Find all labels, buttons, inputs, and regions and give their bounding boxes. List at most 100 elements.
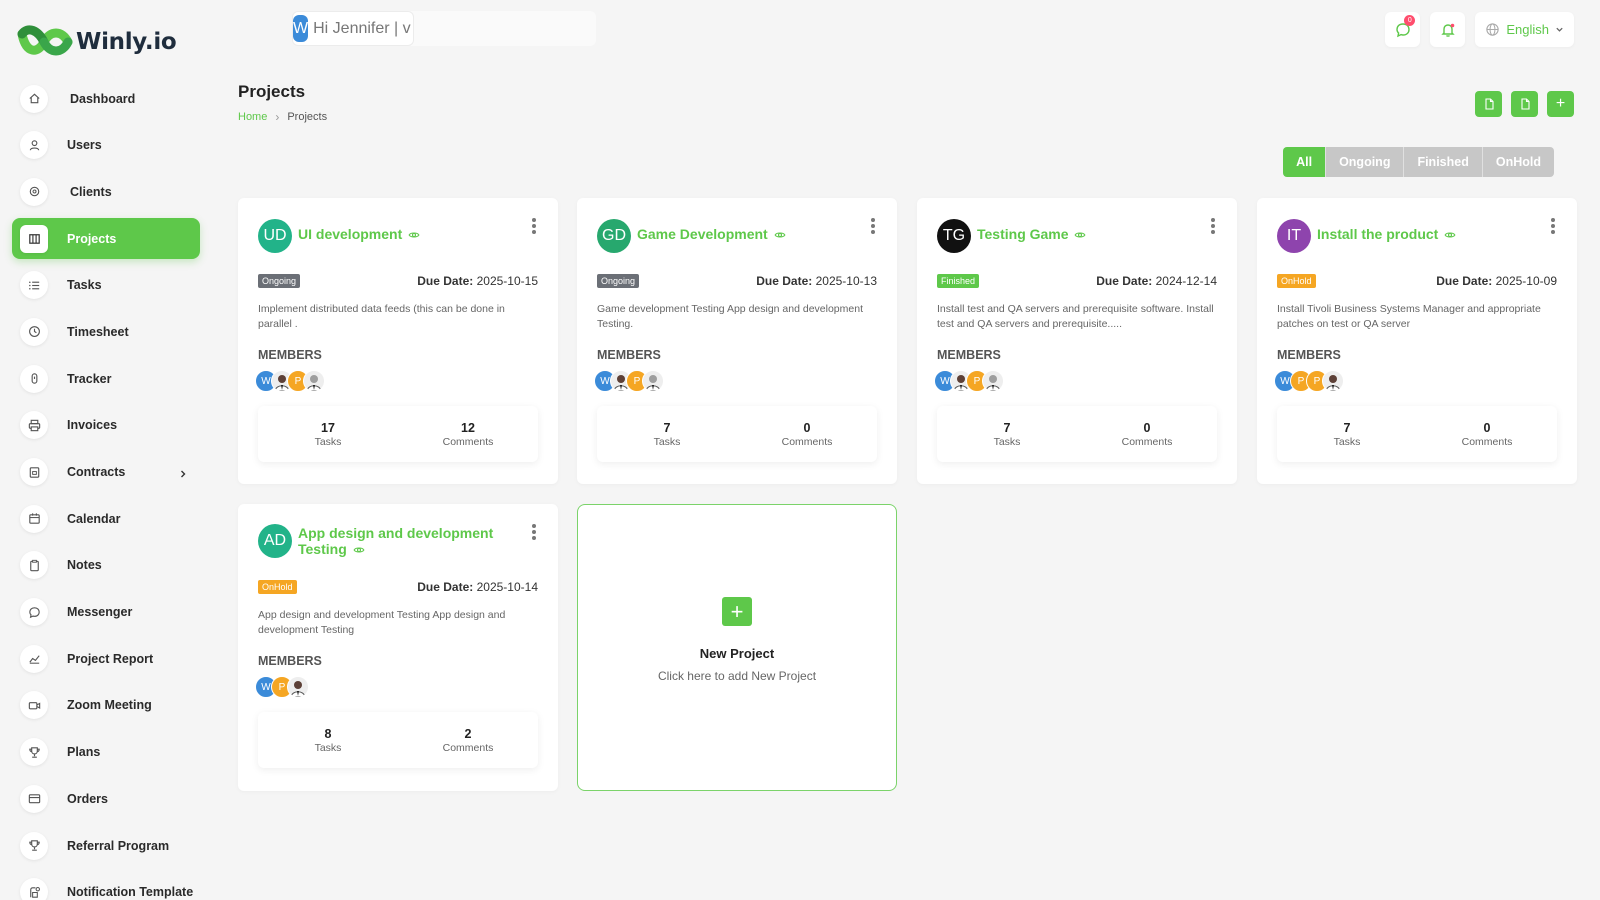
- member-avatar-photo[interactable]: [642, 370, 664, 392]
- tasks-stat[interactable]: 8 Tasks: [258, 712, 398, 768]
- sidebar-item-notification-template[interactable]: Notification Template: [12, 872, 200, 900]
- project-card[interactable]: AD App design and development Testing OnH…: [238, 504, 558, 791]
- card-menu-icon[interactable]: [1551, 218, 1557, 236]
- new-project-card[interactable]: + New Project Click here to add New Proj…: [577, 504, 897, 791]
- add-project-button[interactable]: +: [1547, 91, 1574, 117]
- tasks-stat[interactable]: 7 Tasks: [1277, 406, 1417, 462]
- sidebar-item-projects[interactable]: Projects: [12, 218, 200, 260]
- clients-icon: [20, 177, 48, 206]
- members-list: WP: [255, 370, 325, 392]
- status-badge: Ongoing: [597, 274, 640, 288]
- breadcrumb-current: Projects: [287, 111, 328, 123]
- sidebar-item-clients[interactable]: Clients: [12, 171, 200, 212]
- filter-tab-ongoing[interactable]: Ongoing: [1325, 147, 1404, 177]
- project-card-header: UD UI development: [258, 219, 420, 253]
- sidebar-item-users[interactable]: Users: [12, 125, 200, 166]
- members-label: MEMBERS: [258, 348, 322, 362]
- project-title-link[interactable]: Install the product: [1317, 226, 1456, 242]
- breadcrumb-home-link[interactable]: Home: [238, 111, 267, 123]
- project-title-link[interactable]: Testing Game: [977, 226, 1086, 242]
- sidebar-item-invoices[interactable]: Invoices: [12, 405, 200, 446]
- eye-icon[interactable]: [408, 229, 420, 241]
- sidebar-item-zoom-meeting[interactable]: Zoom Meeting: [12, 685, 200, 726]
- language-selector[interactable]: English: [1475, 12, 1574, 47]
- tasks-stat[interactable]: 17 Tasks: [258, 406, 398, 462]
- members-label: MEMBERS: [258, 654, 322, 668]
- sidebar-item-label: Zoom Meeting: [67, 698, 152, 713]
- comments-stat[interactable]: 2 Comments: [398, 712, 538, 768]
- bell-icon: [1441, 23, 1455, 37]
- project-description: App design and development Testing App d…: [258, 609, 506, 636]
- sidebar-item-messenger[interactable]: Messenger: [12, 592, 200, 633]
- import-button[interactable]: [1511, 91, 1538, 117]
- project-card[interactable]: TG Testing Game Finished Due Date: 2024-12…: [917, 198, 1237, 484]
- filter-tab-onhold[interactable]: OnHold: [1481, 147, 1554, 177]
- project-card[interactable]: GD Game Development Ongoing Due Date: 2025…: [577, 198, 897, 484]
- sidebar-item-dashboard[interactable]: Dashboard: [12, 78, 200, 119]
- tasks-label: Tasks: [1333, 435, 1361, 448]
- eye-icon[interactable]: [353, 544, 365, 556]
- member-avatar-photo[interactable]: [982, 370, 1004, 392]
- sidebar-item-label: Project Report: [67, 651, 154, 666]
- comments-stat[interactable]: 0 Comments: [737, 406, 877, 462]
- members-list: WP: [934, 370, 1004, 392]
- comments-label: Comments: [1121, 435, 1173, 448]
- tasks-stat[interactable]: 7 Tasks: [597, 406, 737, 462]
- due-date: Due Date: 2025-10-15: [417, 274, 538, 288]
- eye-icon[interactable]: [774, 229, 786, 241]
- chart-icon: [20, 644, 48, 673]
- filter-tab-finished[interactable]: Finished: [1403, 147, 1482, 177]
- tasks-count: 7: [1343, 420, 1351, 435]
- sidebar-item-timesheet[interactable]: Timesheet: [12, 311, 200, 352]
- tasks-stat[interactable]: 7 Tasks: [937, 406, 1077, 462]
- eye-icon[interactable]: [1444, 229, 1456, 241]
- comments-stat[interactable]: 0 Comments: [1417, 406, 1557, 462]
- comments-stat[interactable]: 12 Comments: [398, 406, 538, 462]
- member-avatar-photo[interactable]: [303, 370, 325, 392]
- due-date-value: 2025-10-14: [476, 580, 538, 594]
- due-date-label: Due Date:: [1096, 274, 1153, 288]
- due-date-label: Due Date:: [756, 274, 813, 288]
- project-title-link[interactable]: App design and development Testing: [298, 525, 534, 557]
- project-card[interactable]: IT Install the product OnHold Due Date: 20…: [1257, 198, 1577, 484]
- brand-logo[interactable]: Winly.io: [16, 22, 177, 62]
- user-menu-trigger[interactable]: W Hi Jennifer | v: [292, 11, 414, 46]
- eye-icon[interactable]: [1074, 229, 1086, 241]
- sidebar-item-tracker[interactable]: Tracker: [12, 358, 200, 399]
- export-button[interactable]: [1475, 91, 1502, 117]
- project-avatar: IT: [1277, 219, 1311, 253]
- sidebar-item-orders[interactable]: Orders: [12, 778, 200, 819]
- sidebar-item-project-report[interactable]: Project Report: [12, 638, 200, 679]
- calendar-icon: [20, 504, 48, 533]
- members-list: WP: [594, 370, 664, 392]
- member-avatar-photo[interactable]: [1322, 370, 1344, 392]
- messages-button[interactable]: 0: [1385, 12, 1421, 47]
- comments-count: 12: [461, 420, 475, 435]
- tasks-label: Tasks: [653, 435, 681, 448]
- project-title-link[interactable]: UI development: [298, 226, 420, 242]
- sidebar-item-notes[interactable]: Notes: [12, 545, 200, 586]
- sidebar-item-contracts[interactable]: Contracts: [12, 452, 200, 493]
- project-card[interactable]: UD UI development Ongoing Due Date: 2025-1…: [238, 198, 558, 484]
- project-stats: 7 Tasks 0 Comments: [937, 406, 1217, 462]
- notifications-button[interactable]: [1430, 12, 1466, 47]
- sidebar-item-tasks[interactable]: Tasks: [12, 265, 200, 306]
- sidebar-item-plans[interactable]: Plans: [12, 732, 200, 773]
- due-date-label: Due Date:: [1436, 274, 1493, 288]
- user-avatar: W: [293, 15, 309, 42]
- due-date-value: 2024-12-14: [1155, 274, 1217, 288]
- due-date: Due Date: 2025-10-09: [1436, 274, 1557, 288]
- comments-stat[interactable]: 0 Comments: [1077, 406, 1217, 462]
- card-menu-icon[interactable]: [532, 524, 538, 542]
- project-title-link[interactable]: Game Development: [637, 226, 786, 242]
- card-menu-icon[interactable]: [1211, 218, 1217, 236]
- sidebar-item-referral-program[interactable]: Referral Program: [12, 825, 200, 866]
- member-avatar-photo[interactable]: [287, 676, 309, 698]
- card-menu-icon[interactable]: [532, 218, 538, 236]
- sidebar-item-calendar[interactable]: Calendar: [12, 498, 200, 539]
- due-date: Due Date: 2025-10-14: [417, 580, 538, 594]
- card-menu-icon[interactable]: [871, 218, 877, 236]
- list-icon: [20, 271, 48, 300]
- card-icon: [20, 784, 48, 813]
- filter-tab-all[interactable]: All: [1283, 147, 1326, 177]
